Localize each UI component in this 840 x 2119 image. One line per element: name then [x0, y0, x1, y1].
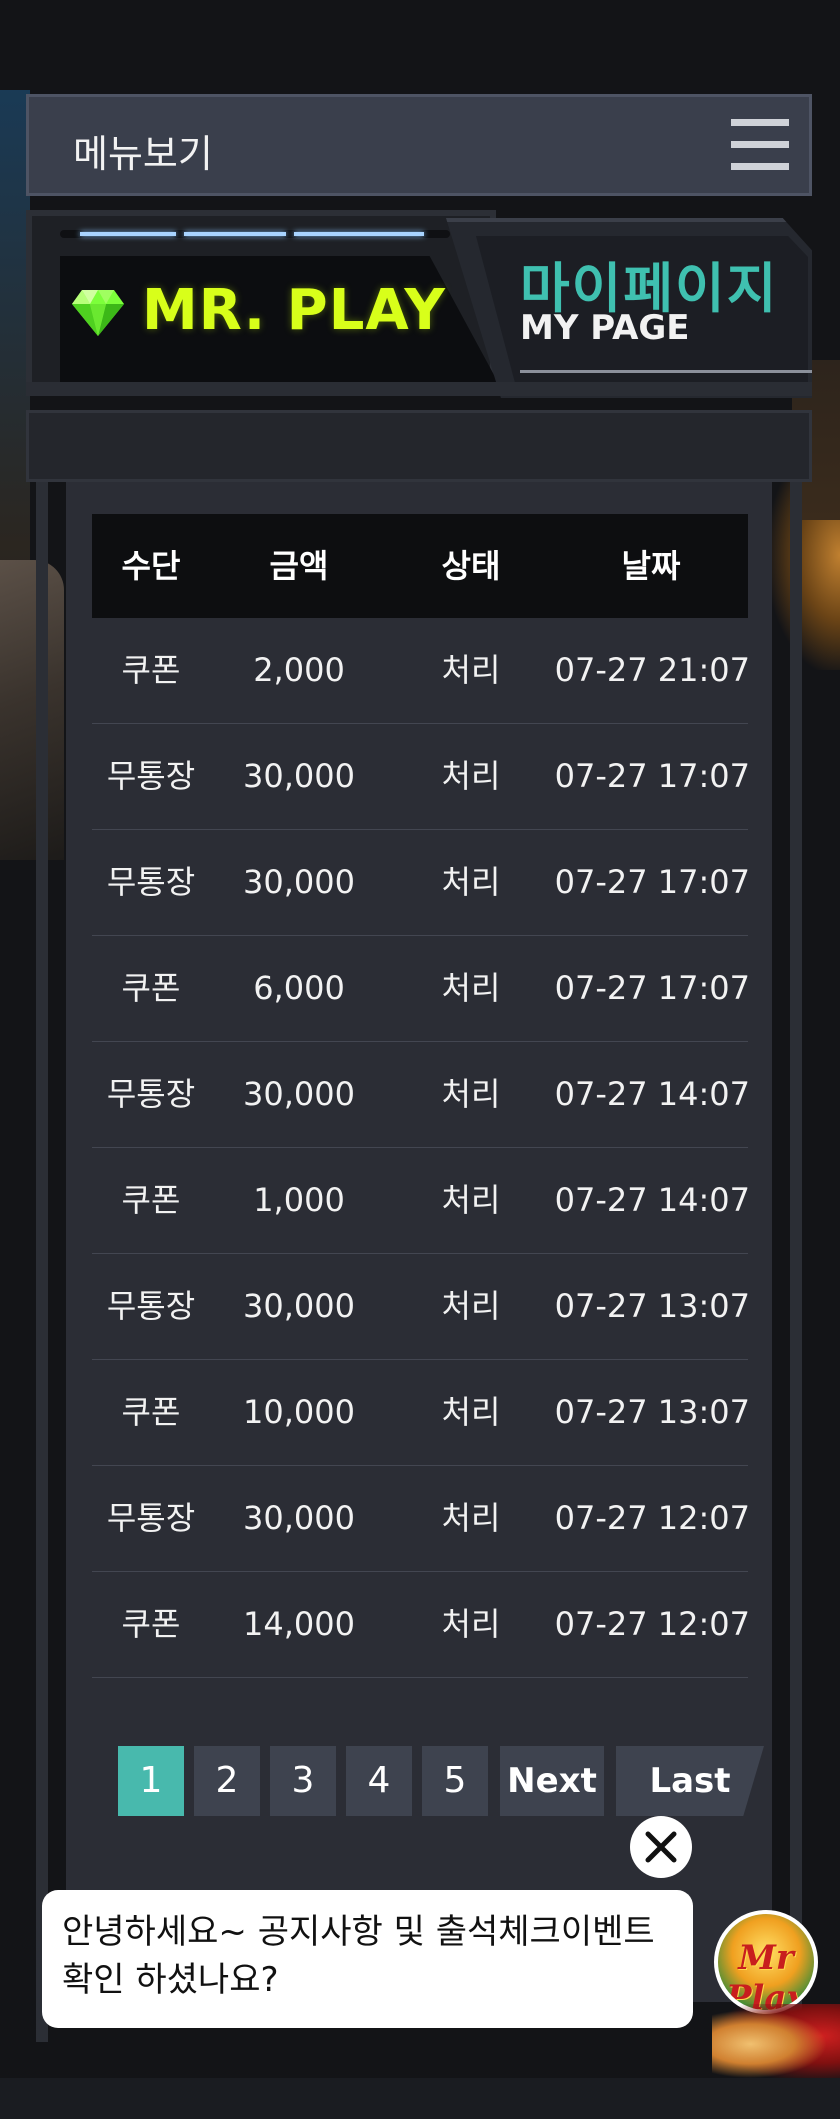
cell-amount: 30,000: [243, 1499, 355, 1537]
page-button-4[interactable]: 4: [346, 1746, 412, 1816]
banner-light-rail: [60, 230, 450, 238]
last-page-button[interactable]: Last: [616, 1746, 764, 1816]
cell-date: 07-27 21:07: [554, 651, 750, 689]
menu-bar[interactable]: 메뉴보기: [26, 94, 812, 196]
cell-method: 쿠폰: [121, 1181, 181, 1219]
header-status: 상태: [441, 547, 501, 585]
cell-amount: 1,000: [253, 1181, 345, 1219]
header-amount: 금액: [269, 547, 329, 585]
cell-status: 처리: [441, 1605, 501, 1643]
hamburger-menu-icon[interactable]: [731, 119, 789, 171]
cell-amount: 14,000: [243, 1605, 355, 1643]
page-button-1[interactable]: 1: [118, 1746, 184, 1816]
cell-status: 처리: [441, 969, 501, 1007]
frame-post-left: [36, 482, 48, 2042]
cell-method: 무통장: [106, 1499, 196, 1537]
cell-method: 쿠폰: [121, 1605, 181, 1643]
cell-amount: 10,000: [243, 1393, 355, 1431]
cell-status: 처리: [441, 863, 501, 901]
cell-date: 07-27 14:07: [554, 1075, 750, 1113]
chat-line-1: 안녕하세요~ 공지사항 및 출석체크이벤트: [62, 1912, 655, 1952]
cell-date: 07-27 13:07: [554, 1287, 750, 1325]
chat-line-2: 확인 하셨나요?: [62, 1960, 279, 2000]
cell-method: 쿠폰: [121, 651, 181, 689]
cell-method: 무통장: [106, 757, 196, 795]
cell-date: 07-27 12:07: [554, 1605, 750, 1643]
page-button-5[interactable]: 5: [422, 1746, 488, 1816]
cell-amount: 2,000: [253, 651, 345, 689]
chat-avatar[interactable]: Mr Play: [714, 1910, 818, 2014]
cell-date: 07-27 14:07: [554, 1181, 750, 1219]
cell-status: 처리: [441, 757, 501, 795]
mascot-image: [712, 2004, 840, 2084]
table-body: 쿠폰 2,000 처리 07-27 21:07 무통장 30,000 처리 07…: [92, 618, 750, 1678]
cell-method: 쿠폰: [121, 1393, 181, 1431]
cell-amount: 6,000: [253, 969, 345, 1007]
diamond-icon: [72, 290, 124, 336]
page-title-en: MY PAGE: [520, 308, 690, 348]
table-row: 무통장 30,000 처리 07-27 17:07: [92, 830, 750, 936]
close-icon[interactable]: [630, 1816, 692, 1878]
sub-navigation-bar: [26, 410, 812, 482]
table-row: 쿠폰 2,000 처리 07-27 21:07: [92, 618, 750, 724]
table-header: 수단 금액 상태 날짜: [92, 514, 748, 618]
cell-amount: 30,000: [243, 757, 355, 795]
cell-amount: 30,000: [243, 863, 355, 901]
cell-status: 처리: [441, 651, 501, 689]
table-row: 쿠폰 6,000 처리 07-27 17:07: [92, 936, 750, 1042]
header-method: 수단: [121, 547, 181, 585]
table-row: 무통장 30,000 처리 07-27 12:07: [92, 1466, 750, 1572]
header-date: 날짜: [621, 547, 681, 585]
cell-amount: 30,000: [243, 1287, 355, 1325]
cell-amount: 30,000: [243, 1075, 355, 1113]
page-button-2[interactable]: 2: [194, 1746, 260, 1816]
background-character: [0, 560, 64, 860]
cell-method: 쿠폰: [121, 969, 181, 1007]
table-row: 무통장 30,000 처리 07-27 13:07: [92, 1254, 750, 1360]
table-row: 쿠폰 14,000 처리 07-27 12:07: [92, 1572, 750, 1678]
frame-post-right: [790, 482, 802, 2042]
next-page-button[interactable]: Next: [500, 1746, 604, 1816]
menu-label[interactable]: 메뉴보기: [73, 123, 213, 178]
cell-date: 07-27 13:07: [554, 1393, 750, 1431]
avatar-logo-text: Mr Play: [725, 1938, 807, 2014]
bottom-bar: [0, 2078, 840, 2119]
title-underline: [520, 370, 812, 373]
cell-status: 처리: [441, 1181, 501, 1219]
table-row: 쿠폰 1,000 처리 07-27 14:07: [92, 1148, 750, 1254]
table-row: 무통장 30,000 처리 07-27 17:07: [92, 724, 750, 830]
cell-date: 07-27 17:07: [554, 863, 750, 901]
site-logo[interactable]: MR. PLAY: [142, 278, 446, 343]
cell-method: 무통장: [106, 1287, 196, 1325]
chat-message-bubble[interactable]: 안녕하세요~ 공지사항 및 출석체크이벤트 확인 하셨나요?: [42, 1890, 693, 2028]
cell-status: 처리: [441, 1499, 501, 1537]
cell-date: 07-27 12:07: [554, 1499, 750, 1537]
table-row: 무통장 30,000 처리 07-27 14:07: [92, 1042, 750, 1148]
page-button-3[interactable]: 3: [270, 1746, 336, 1816]
cell-date: 07-27 17:07: [554, 969, 750, 1007]
cell-status: 처리: [441, 1393, 501, 1431]
cell-status: 처리: [441, 1287, 501, 1325]
cell-date: 07-27 17:07: [554, 757, 750, 795]
table-row: 쿠폰 10,000 처리 07-27 13:07: [92, 1360, 750, 1466]
cell-status: 처리: [441, 1075, 501, 1113]
page-banner: MR. PLAY 마이페이지 MY PAGE: [26, 210, 812, 400]
cell-method: 무통장: [106, 863, 196, 901]
cell-method: 무통장: [106, 1075, 196, 1113]
banner-base: [26, 382, 812, 396]
